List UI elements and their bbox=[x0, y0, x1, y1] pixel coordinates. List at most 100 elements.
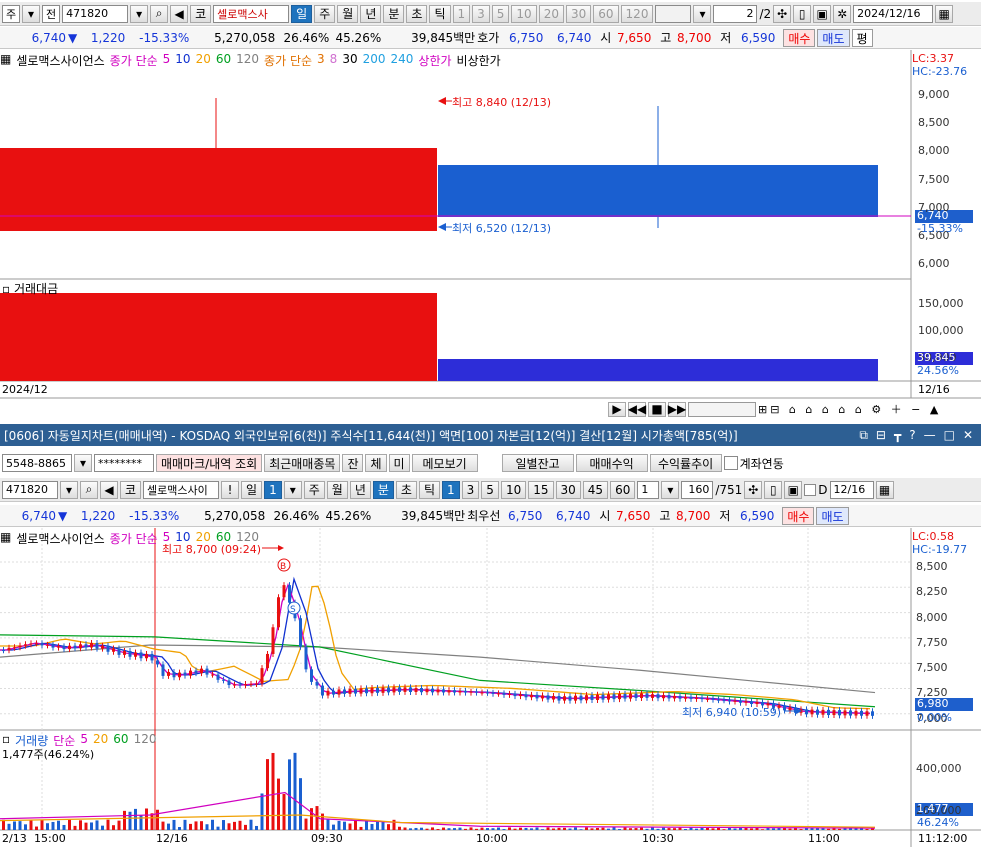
minute-volume-bar[interactable] bbox=[392, 819, 396, 830]
minute-candle[interactable] bbox=[574, 695, 577, 701]
window-restore-icon[interactable]: ⧉ bbox=[859, 428, 868, 443]
minute-volume-bar[interactable] bbox=[596, 827, 599, 830]
minute-volume-bar[interactable] bbox=[106, 819, 110, 830]
minute-volume-bar[interactable] bbox=[667, 828, 671, 830]
minute-candle[interactable] bbox=[79, 644, 82, 649]
minute-volume-bar[interactable] bbox=[827, 828, 830, 830]
minute-volume-bar[interactable] bbox=[469, 827, 473, 830]
minute-volume-bar[interactable] bbox=[332, 824, 335, 830]
window-maximize-icon[interactable]: □ bbox=[944, 428, 955, 443]
day-interval-select[interactable]: 1 bbox=[264, 480, 282, 499]
minute-candle[interactable] bbox=[464, 690, 467, 693]
dropdown-arrow-icon[interactable]: ▾ bbox=[22, 4, 40, 23]
interval-30-button[interactable]: 30 bbox=[565, 4, 592, 23]
minute-volume-bar[interactable] bbox=[541, 829, 544, 830]
minute-candle[interactable] bbox=[62, 646, 66, 650]
minute-candle[interactable] bbox=[645, 693, 649, 698]
daily-balance-button[interactable]: 일별잔고 bbox=[501, 454, 574, 472]
minute-select[interactable]: 1 bbox=[637, 480, 660, 499]
period-week-button[interactable]: 주 bbox=[303, 480, 325, 499]
minute-volume-bar[interactable] bbox=[535, 827, 539, 830]
minute-candle[interactable] bbox=[205, 668, 209, 675]
interval-20-button[interactable]: 20 bbox=[538, 4, 564, 23]
minute-candle[interactable] bbox=[90, 642, 93, 648]
minute-candle[interactable] bbox=[579, 695, 583, 701]
minute-volume-bar[interactable] bbox=[167, 823, 170, 830]
minute-candle[interactable] bbox=[557, 695, 561, 701]
dropdown-arrow-icon[interactable]: ▾ bbox=[74, 454, 92, 472]
minute-candle[interactable] bbox=[535, 694, 539, 699]
minute-volume-bar[interactable] bbox=[117, 820, 121, 830]
minute-candle[interactable] bbox=[277, 597, 280, 628]
password-field[interactable]: ******** bbox=[94, 454, 154, 472]
minute-candle[interactable] bbox=[585, 695, 588, 701]
minute-candle[interactable] bbox=[728, 700, 731, 702]
minute-volume-bar[interactable] bbox=[381, 821, 385, 830]
minute-candle[interactable] bbox=[541, 695, 544, 699]
jan-button[interactable]: 잔 bbox=[342, 454, 364, 472]
stock-code-input[interactable]: 471820 bbox=[62, 4, 129, 23]
dropdown-arrow-icon[interactable]: ▾ bbox=[661, 480, 680, 499]
minute-volume-bar[interactable] bbox=[178, 827, 181, 830]
minute-volume-bar[interactable] bbox=[453, 828, 456, 830]
mi-button[interactable]: 미 bbox=[388, 454, 410, 472]
minute-volume-bar[interactable] bbox=[354, 819, 357, 830]
minute-volume-bar[interactable] bbox=[420, 827, 423, 830]
minute-candle[interactable] bbox=[145, 653, 148, 659]
minute-volume-bar[interactable] bbox=[194, 821, 198, 830]
minute-volume-bar[interactable] bbox=[612, 827, 616, 830]
minute-volume-bar[interactable] bbox=[68, 819, 71, 830]
minute-candle[interactable] bbox=[271, 627, 275, 654]
minute-candle[interactable] bbox=[568, 696, 572, 701]
minute-candle[interactable] bbox=[128, 650, 132, 657]
minute-candle[interactable] bbox=[673, 695, 676, 699]
minute-candle[interactable] bbox=[623, 693, 627, 699]
minute-volume-bar[interactable] bbox=[233, 821, 236, 830]
minute-volume-bar[interactable] bbox=[156, 809, 159, 830]
minute-volume-bar[interactable] bbox=[370, 823, 374, 830]
minute-candle[interactable] bbox=[35, 643, 38, 645]
minute-candle[interactable] bbox=[491, 692, 495, 694]
minute-volume-bar[interactable] bbox=[629, 828, 632, 830]
minute-candle[interactable] bbox=[95, 642, 99, 649]
minute-volume-bar[interactable] bbox=[255, 825, 258, 830]
minute-candle[interactable] bbox=[46, 644, 49, 646]
minute-volume-bar[interactable] bbox=[79, 820, 82, 830]
zoom-slider[interactable] bbox=[688, 401, 756, 417]
flat-button[interactable]: 평 bbox=[851, 28, 873, 47]
rewind-icon[interactable]: ◀◀ bbox=[628, 401, 646, 417]
minute-candle[interactable] bbox=[695, 697, 698, 699]
minute-volume-bar[interactable] bbox=[398, 826, 401, 830]
minute-volume-bar[interactable] bbox=[145, 808, 148, 830]
save-icon[interactable]: ▣ bbox=[813, 4, 832, 23]
minute-candle[interactable] bbox=[359, 688, 363, 694]
minute-volume-bar[interactable] bbox=[447, 828, 451, 830]
minute-candle[interactable] bbox=[13, 647, 16, 649]
minute-volume-bar[interactable] bbox=[739, 827, 742, 830]
minute-candle[interactable] bbox=[629, 693, 632, 699]
d-checkbox[interactable] bbox=[804, 483, 817, 496]
minute-volume-bar[interactable] bbox=[29, 819, 33, 830]
minute-candle[interactable] bbox=[370, 687, 374, 694]
minute-candle[interactable] bbox=[607, 694, 610, 700]
minute-candle[interactable] bbox=[596, 694, 599, 700]
minute-volume-bar[interactable] bbox=[497, 827, 500, 830]
minute-volume-bar[interactable] bbox=[431, 827, 434, 830]
period-tick-button[interactable]: 틱 bbox=[429, 4, 451, 23]
minute-candle[interactable] bbox=[502, 693, 506, 695]
jeon-select[interactable]: 전 bbox=[42, 4, 61, 23]
minute-volume-bar[interactable] bbox=[139, 815, 143, 830]
minute-candle[interactable] bbox=[431, 688, 434, 693]
minute-candle[interactable] bbox=[194, 670, 198, 674]
minute-candle[interactable] bbox=[700, 697, 704, 700]
minute-3-button[interactable]: 3 bbox=[461, 480, 480, 499]
minute-volume-bar[interactable] bbox=[530, 828, 533, 830]
save-icon[interactable]: ▣ bbox=[784, 480, 803, 499]
minute-candle[interactable] bbox=[651, 694, 654, 698]
minute-candle[interactable] bbox=[321, 685, 324, 696]
minute-volume-bar[interactable] bbox=[750, 828, 753, 830]
minute-volume-bar[interactable] bbox=[271, 752, 275, 830]
minute-candle[interactable] bbox=[189, 670, 192, 676]
minute-candle[interactable] bbox=[134, 652, 137, 657]
interval-5-button[interactable]: 5 bbox=[491, 4, 510, 23]
